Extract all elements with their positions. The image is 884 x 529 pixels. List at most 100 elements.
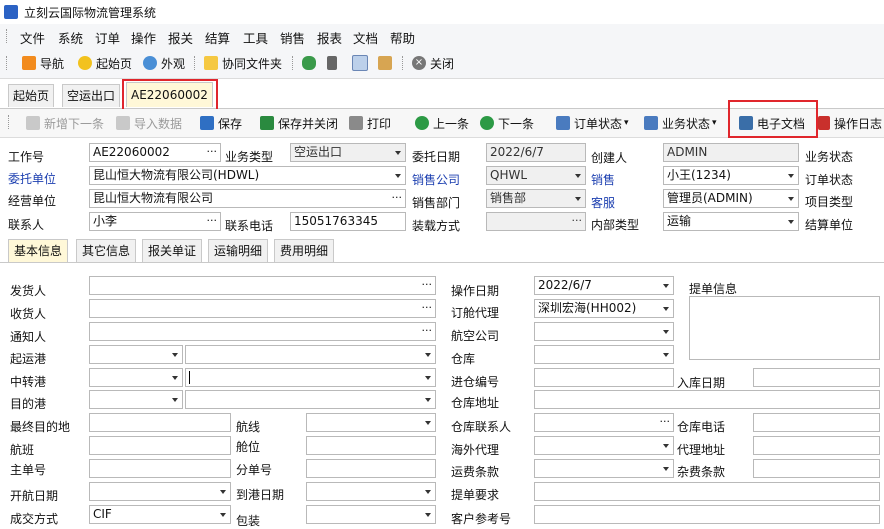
client-label[interactable]: 委托单位 [8, 170, 56, 187]
load-method-field[interactable]: ··· [486, 212, 586, 231]
menu-system[interactable]: 系统 [58, 28, 83, 47]
final-dest-field[interactable] [89, 413, 231, 432]
sales-select[interactable]: 小王(1234) [663, 166, 799, 185]
cs-label[interactable]: 客服 [591, 194, 615, 211]
print-button[interactable]: 打印 [349, 114, 391, 132]
undo-button[interactable] [302, 55, 320, 71]
sales-label[interactable]: 销售 [591, 171, 615, 188]
biz-type-select[interactable]: 空运出口 [290, 143, 406, 162]
inner-type-select[interactable]: 运输 [663, 212, 799, 231]
chevron-down-icon [172, 398, 178, 402]
dest-code-select[interactable] [89, 390, 183, 409]
menu-settlement[interactable]: 结算 [205, 28, 230, 47]
op-date-select[interactable]: 2022/6/7 [534, 276, 674, 295]
more-icon[interactable]: ··· [422, 322, 433, 339]
cust-ref-field[interactable] [534, 505, 880, 524]
entrust-date-field[interactable]: 2022/6/7 [486, 143, 586, 162]
booking-agent-select[interactable]: 深圳宏海(HH002) [534, 299, 674, 318]
menu-docs[interactable]: 文档 [353, 28, 378, 47]
transit-name-select[interactable] [185, 368, 436, 387]
more-icon[interactable]: ··· [207, 143, 218, 160]
operator-field[interactable]: 昆山恒大物流有限公司 ··· [89, 189, 406, 208]
notify-field[interactable]: ··· [89, 322, 436, 341]
close-button[interactable]: × 关闭 [412, 55, 454, 71]
appearance-button[interactable]: 外观 [143, 55, 185, 71]
main-toolbar: 导航 起始页 外观 协同文件夹 × 关闭 [0, 48, 884, 79]
arrive-date-select[interactable] [306, 482, 436, 501]
pol-code-select[interactable] [89, 345, 183, 364]
sales-company-label[interactable]: 销售公司 [412, 171, 460, 188]
more-icon[interactable]: ··· [660, 413, 671, 430]
client-select[interactable]: 昆山恒大物流有限公司(HDWL) [89, 166, 406, 185]
wh-contact-field[interactable]: ··· [534, 413, 674, 432]
menu-sales[interactable]: 销售 [280, 28, 305, 47]
cut-button[interactable] [327, 55, 341, 71]
menu-reports[interactable]: 报表 [317, 28, 342, 47]
tab-basic-info[interactable]: 基本信息 [8, 239, 69, 262]
warehouse-select[interactable] [534, 345, 674, 364]
more-icon[interactable]: ··· [207, 212, 218, 229]
overseas-agent-select[interactable] [534, 436, 674, 455]
prev-button[interactable]: 上一条 [415, 114, 469, 132]
transit-code-select[interactable] [89, 368, 183, 387]
contact-field[interactable]: 小李 ··· [89, 212, 221, 231]
home-button[interactable]: 起始页 [78, 55, 132, 71]
agent-addr-select[interactable] [753, 436, 880, 455]
consignee-field[interactable]: ··· [89, 299, 436, 318]
packing-select[interactable] [306, 505, 436, 524]
more-icon[interactable]: ··· [572, 212, 583, 229]
space-field[interactable] [306, 436, 436, 455]
menu-file[interactable]: 文件 [20, 28, 45, 47]
sales-dept-select[interactable]: 销售部 [486, 189, 586, 208]
bl-req-select[interactable] [534, 482, 880, 501]
menu-help[interactable]: 帮助 [390, 28, 415, 47]
trade-terms-select[interactable]: CIF [89, 505, 231, 524]
hawb-field[interactable] [306, 459, 436, 478]
creator-field[interactable]: ADMIN [663, 143, 799, 162]
shipper-field[interactable]: ··· [89, 276, 436, 295]
job-no-field[interactable]: AE22060002 ··· [89, 143, 221, 162]
wh-phone-field[interactable] [753, 413, 880, 432]
more-icon[interactable]: ··· [422, 299, 433, 316]
paste-button[interactable] [378, 55, 396, 71]
route-select[interactable] [306, 413, 436, 432]
more-icon[interactable]: ··· [422, 276, 433, 293]
freight-terms-select[interactable] [534, 459, 674, 478]
sail-date-select[interactable] [89, 482, 231, 501]
bl-info-textarea[interactable] [689, 296, 880, 360]
menu-operation[interactable]: 操作 [131, 28, 156, 47]
entry-no-field[interactable] [534, 368, 674, 387]
tab-customs-docs[interactable]: 报关单证 [142, 239, 203, 262]
cs-select[interactable]: 管理员(ADMIN) [663, 189, 799, 208]
sales-company-select[interactable]: QHWL [486, 166, 586, 185]
pol-name-select[interactable] [185, 345, 436, 364]
more-icon[interactable]: ··· [392, 189, 403, 206]
tab-fee-detail[interactable]: 费用明细 [274, 239, 335, 262]
biz-status-button[interactable]: 业务状态 ▾ [644, 114, 717, 132]
dest-name-select[interactable] [185, 390, 436, 409]
flight-field[interactable] [89, 436, 231, 455]
shared-folder-button[interactable]: 协同文件夹 [204, 55, 282, 71]
tab-home[interactable]: 起始页 [8, 84, 55, 107]
tab-transport-detail[interactable]: 运输明细 [208, 239, 269, 262]
next-button[interactable]: 下一条 [480, 114, 534, 132]
phone-field[interactable]: 15051763345 [290, 212, 406, 231]
op-log-button[interactable]: 操作日志 [818, 114, 882, 132]
mawb-field[interactable] [89, 459, 231, 478]
tab-air-export[interactable]: 空运出口 [62, 84, 121, 107]
tab-other-info[interactable]: 其它信息 [76, 239, 137, 262]
import-button[interactable]: 导入数据 [116, 114, 182, 132]
new-next-button[interactable]: 新增下一条 [26, 114, 104, 132]
menu-customs[interactable]: 报关 [168, 28, 193, 47]
save-button[interactable]: 保存 [200, 114, 242, 132]
nav-button[interactable]: 导航 [22, 55, 64, 71]
wh-addr-select[interactable] [534, 390, 880, 409]
copy-button[interactable] [352, 55, 372, 71]
menu-tools[interactable]: 工具 [243, 28, 268, 47]
entry-date-select[interactable] [753, 368, 880, 387]
misc-terms-select[interactable] [753, 459, 880, 478]
menu-order[interactable]: 订单 [95, 28, 120, 47]
airline-select[interactable] [534, 322, 674, 341]
order-status-button[interactable]: 订单状态 ▾ [556, 114, 629, 132]
save-close-button[interactable]: 保存并关闭 [260, 114, 338, 132]
